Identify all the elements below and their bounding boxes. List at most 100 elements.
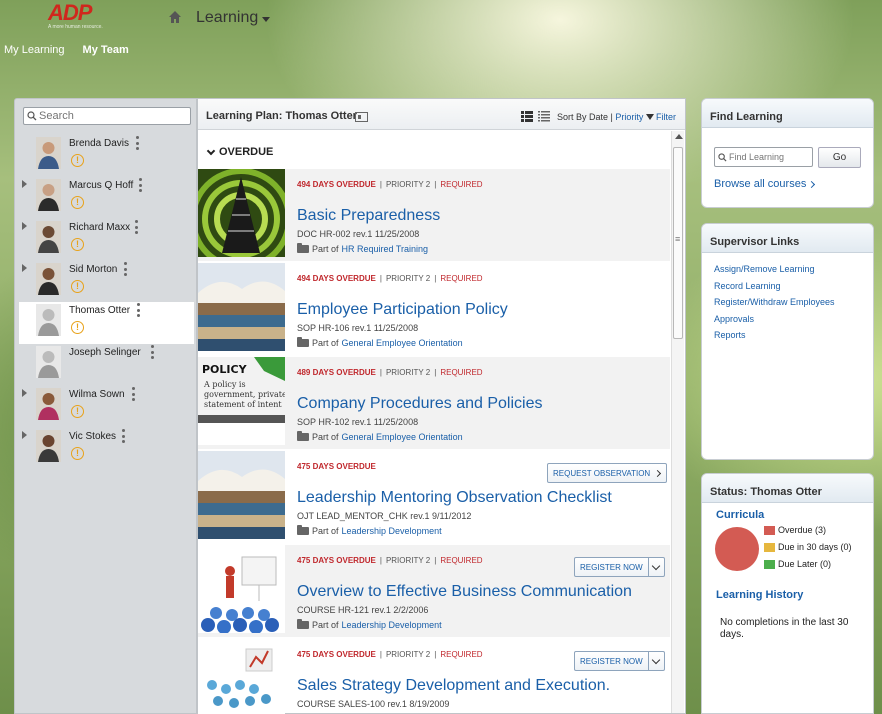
avatar <box>36 430 61 462</box>
curriculum-link[interactable]: General Employee Orientation <box>342 338 463 348</box>
primary-nav: My Learning My Team <box>4 44 129 56</box>
list-view-icon[interactable] <box>538 111 550 122</box>
chevron-down-icon[interactable] <box>647 558 664 576</box>
find-learning-input[interactable] <box>729 152 809 162</box>
more-options-icon[interactable] <box>135 220 139 234</box>
register-now-button[interactable]: REGISTER NOW <box>574 651 665 671</box>
part-of-prefix: Part of <box>312 244 339 254</box>
expand-arrow-icon[interactable] <box>22 180 27 188</box>
part-of-curriculum: Part of Leadership Development <box>297 525 442 536</box>
learning-plan-title: Learning Plan: Thomas Otter <box>206 110 357 122</box>
course-status-line: 489 DAYS OVERDUE | PRIORITY 2 | REQUIRED <box>297 368 483 377</box>
filter-button[interactable]: Filter <box>646 112 676 122</box>
team-member-row[interactable]: Brenda Davis! <box>19 135 194 177</box>
team-search-input[interactable] <box>39 110 179 122</box>
vertical-scrollbar[interactable] <box>671 131 684 713</box>
link-reports[interactable]: Reports <box>714 329 835 342</box>
course-thumbnail[interactable] <box>198 639 285 714</box>
team-member-row[interactable]: Wilma Sown! <box>19 386 194 428</box>
status-separator: | <box>434 180 437 189</box>
team-member-row[interactable]: Vic Stokes! <box>19 428 194 470</box>
curricula-heading[interactable]: Curricula <box>716 509 764 521</box>
team-search-field[interactable] <box>23 107 191 125</box>
logo-mark: ADP <box>48 0 92 25</box>
more-options-icon[interactable] <box>151 345 155 359</box>
nav-my-team[interactable]: My Team <box>83 44 129 56</box>
course-title-link[interactable]: Leadership Mentoring Observation Checkli… <box>297 489 612 507</box>
curriculum-link[interactable]: General Employee Orientation <box>342 432 463 442</box>
chevron-down-icon <box>206 146 216 155</box>
curriculum-link[interactable]: Leadership Development <box>342 526 442 536</box>
more-options-icon[interactable] <box>136 136 140 150</box>
overdue-section-toggle[interactable]: OVERDUE <box>206 146 273 158</box>
register-now-button[interactable]: REGISTER NOW <box>574 557 665 577</box>
svg-text:government, private: government, private <box>204 390 285 399</box>
team-member-row[interactable]: Marcus Q Hoff! <box>19 177 194 219</box>
course-title-link[interactable]: Company Procedures and Policies <box>297 395 542 413</box>
team-member-row[interactable]: Joseph Selinger <box>19 344 194 386</box>
expand-arrow-icon[interactable] <box>22 431 27 439</box>
expand-arrow-icon[interactable] <box>22 264 27 272</box>
team-member-row[interactable]: Sid Morton! <box>19 261 194 303</box>
nav-my-learning[interactable]: My Learning <box>4 44 65 56</box>
expand-arrow-icon[interactable] <box>22 222 27 230</box>
curriculum-link[interactable]: Leadership Development <box>342 620 442 630</box>
course-status-line: 475 DAYS OVERDUE <box>297 462 376 471</box>
home-icon[interactable] <box>168 10 182 24</box>
team-member-name: Marcus Q Hoff <box>69 180 134 191</box>
overdue-days: 494 DAYS OVERDUE <box>297 274 376 283</box>
course-thumbnail[interactable] <box>198 451 285 539</box>
learning-history-heading[interactable]: Learning History <box>716 589 803 601</box>
link-register-withdraw-employees[interactable]: Register/Withdraw Employees <box>714 296 835 309</box>
adp-logo[interactable]: ADP A more human resource. <box>48 2 112 34</box>
sort-by-date-label[interactable]: Sort By Date | <box>557 112 613 122</box>
course-thumbnail[interactable] <box>198 169 285 257</box>
course-title-link[interactable]: Overview to Effective Business Communica… <box>297 583 632 601</box>
sort-by-priority-link[interactable]: Priority <box>615 112 643 122</box>
link-assign-remove-learning[interactable]: Assign/Remove Learning <box>714 263 835 276</box>
team-member-name: Sid Morton <box>69 264 118 275</box>
learning-menu-dropdown[interactable]: Learning <box>196 9 271 27</box>
chevron-right-icon <box>808 180 816 188</box>
expand-arrow-icon[interactable] <box>22 389 27 397</box>
find-learning-field[interactable] <box>714 147 813 167</box>
link-record-learning[interactable]: Record Learning <box>714 280 835 293</box>
go-button[interactable]: Go <box>818 147 861 168</box>
course-thumbnail[interactable]: POLICY A policy is government, private stat… <box>198 357 285 445</box>
course-thumbnail[interactable] <box>198 263 285 351</box>
course-code: SOP HR-106 rev.1 11/25/2008 <box>297 323 419 333</box>
profile-card-icon[interactable] <box>355 112 368 122</box>
course-row: 475 DAYS OVERDUE Leadership Mentoring Obs… <box>198 451 670 543</box>
curriculum-link[interactable]: HR Required Training <box>342 244 429 254</box>
course-thumbnail[interactable] <box>198 545 285 633</box>
team-member-row[interactable]: Richard Maxx! <box>19 219 194 261</box>
scroll-up-arrow-icon[interactable] <box>675 134 683 139</box>
more-options-icon[interactable] <box>124 262 128 276</box>
part-of-prefix: Part of <box>312 338 339 348</box>
course-title-link[interactable]: Basic Preparedness <box>297 207 440 225</box>
filter-label: Filter <box>656 112 676 122</box>
request-observation-button[interactable]: REQUEST OBSERVATION <box>547 463 668 483</box>
part-of-curriculum: Part of HR Required Training <box>297 243 429 254</box>
course-title-link[interactable]: Employee Participation Policy <box>297 301 508 319</box>
chevron-down-icon[interactable] <box>647 652 664 670</box>
link-approvals[interactable]: Approvals <box>714 313 835 326</box>
course-title-link[interactable]: Sales Strategy Development and Execution… <box>297 677 610 695</box>
required-label: REQUIRED <box>440 368 483 377</box>
team-member-name: Wilma Sown <box>69 389 125 400</box>
status-separator: | <box>434 274 437 283</box>
browse-all-courses-link[interactable]: Browse all courses <box>714 178 816 190</box>
legend-due-later: Due Later (0) <box>764 559 831 569</box>
scroll-thumb[interactable] <box>673 147 683 339</box>
detail-view-icon[interactable] <box>521 111 533 122</box>
more-options-icon[interactable] <box>122 429 126 443</box>
team-member-row[interactable]: Thomas Otter! <box>19 302 194 344</box>
curricula-status-pie <box>715 527 759 571</box>
legend-due-30: Due in 30 days (0) <box>764 542 852 552</box>
more-options-icon[interactable] <box>139 178 143 192</box>
more-options-icon[interactable] <box>132 387 136 401</box>
avatar <box>36 304 61 336</box>
search-icon <box>27 111 37 121</box>
folder-icon <box>297 243 309 253</box>
more-options-icon[interactable] <box>137 303 141 317</box>
